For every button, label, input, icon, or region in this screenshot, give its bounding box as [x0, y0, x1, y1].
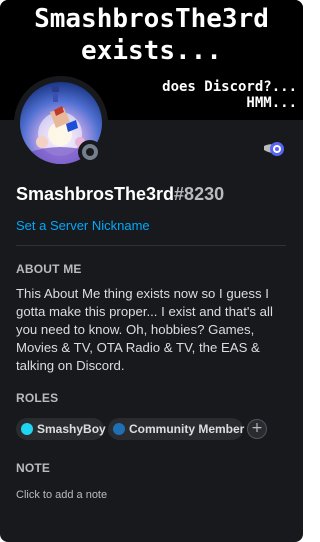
username-text: SmashbrosThe3rd [16, 184, 175, 204]
role-pill-community-member[interactable]: Community Member [108, 418, 245, 440]
about-me-title: ABOUT ME [16, 262, 82, 276]
hypesquad-badge-icon[interactable] [263, 139, 285, 159]
user-profile-card: SmashbrosThe3rd exists... does Discord?.… [0, 0, 303, 542]
role-label: SmashyBoy [37, 422, 106, 436]
banner-text-line-3: does Discord?... [162, 79, 297, 95]
about-me-text: This About Me thing exists now so I gues… [16, 286, 273, 373]
role-color-dot [113, 423, 125, 435]
offline-status-icon [82, 144, 98, 160]
set-server-nickname-link[interactable]: Set a Server Nickname [16, 218, 150, 233]
banner-text-line-1: SmashbrosThe3rd [34, 4, 269, 34]
profile-username: SmashbrosThe3rd#8230 [16, 184, 224, 205]
role-pill-smashyboy[interactable]: SmashyBoy [16, 418, 106, 440]
status-indicator [78, 140, 102, 164]
role-color-dot [21, 423, 33, 435]
note-input[interactable]: Click to add a note [16, 489, 107, 501]
note-title: NOTE [16, 461, 51, 475]
banner-text-line-4: HMM... [246, 95, 297, 111]
role-label: Community Member [129, 422, 245, 436]
banner-text-line-2: exists... [81, 36, 222, 66]
add-role-button[interactable]: + [247, 419, 267, 439]
roles-title: ROLES [16, 391, 59, 405]
divider [16, 245, 286, 246]
discriminator: #8230 [174, 184, 225, 204]
